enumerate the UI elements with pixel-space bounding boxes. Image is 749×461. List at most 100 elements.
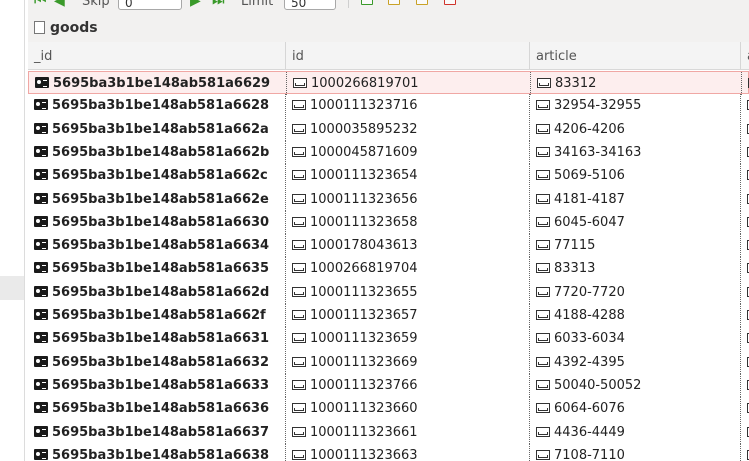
cell-objectid[interactable]: 5695ba3b1be148ab581a6628 — [28, 94, 286, 118]
next-page-icon[interactable]: ▶ — [190, 0, 201, 9]
cell-objectid[interactable]: 5695ba3b1be148ab581a6637 — [28, 420, 286, 444]
cell-article[interactable]: 32954-32955 — [530, 94, 741, 118]
cell-article[interactable]: 83313 — [530, 257, 741, 281]
table-row[interactable]: 5695ba3b1be148ab581a6633 1000111323766 500… — [28, 373, 749, 397]
table-row[interactable]: 5695ba3b1be148ab581a6632 1000111323669 439… — [28, 350, 749, 374]
cell-article[interactable]: 6033-6034 — [530, 327, 741, 351]
cell-next-column[interactable] — [741, 257, 749, 280]
table-row[interactable]: 5695ba3b1be148ab581a662b 1000045871609 341… — [28, 140, 749, 164]
skip-input[interactable]: 0 — [118, 0, 182, 10]
delete-document-icon[interactable] — [444, 0, 456, 5]
cell-id[interactable]: 1000111323661 — [286, 420, 530, 444]
cell-objectid[interactable]: 5695ba3b1be148ab581a6632 — [28, 350, 286, 374]
add-document-icon[interactable] — [361, 0, 373, 5]
cell-next-column[interactable] — [741, 141, 749, 164]
table-row[interactable]: 5695ba3b1be148ab581a6628 1000111323716 329… — [28, 94, 749, 118]
cell-article[interactable]: 7108-7110 — [530, 443, 741, 461]
cell-id[interactable]: 1000111323655 — [286, 280, 530, 304]
table-row[interactable]: 5695ba3b1be148ab581a662a 1000035895232 420… — [28, 117, 749, 141]
table-row[interactable]: 5695ba3b1be148ab581a662c 1000111323654 506… — [28, 164, 749, 188]
cell-next-column[interactable] — [741, 211, 749, 234]
cell-article[interactable]: 34163-34163 — [530, 140, 741, 164]
first-page-icon[interactable]: ⏮ — [34, 0, 47, 9]
cell-id[interactable]: 1000111323657 — [286, 304, 530, 327]
cell-article[interactable]: 7720-7720 — [530, 280, 741, 304]
cell-id[interactable]: 1000266819704 — [286, 257, 530, 281]
cell-next-column[interactable] — [741, 397, 749, 420]
cell-id[interactable]: 1000045871609 — [286, 140, 530, 164]
prev-page-icon[interactable]: ◀ — [54, 0, 65, 9]
limit-input[interactable]: 50 — [284, 0, 336, 10]
cell-next-column[interactable] — [741, 94, 749, 117]
cell-objectid[interactable]: 5695ba3b1be148ab581a662e — [28, 187, 286, 211]
cell-next-column[interactable] — [741, 374, 749, 397]
cell-id[interactable]: 1000035895232 — [286, 117, 530, 141]
cell-id[interactable]: 1000111323654 — [286, 164, 530, 188]
table-row[interactable]: 5695ba3b1be148ab581a662f 1000111323657 418… — [28, 304, 749, 327]
cell-objectid[interactable]: 5695ba3b1be148ab581a6638 — [28, 443, 286, 461]
cell-objectid[interactable]: 5695ba3b1be148ab581a6634 — [28, 234, 286, 258]
cell-article[interactable]: 50040-50052 — [530, 373, 741, 397]
edit-document-icon[interactable] — [388, 0, 400, 5]
table-row[interactable]: 5695ba3b1be148ab581a6631 1000111323659 603… — [28, 327, 749, 351]
cell-article[interactable]: 83312 — [531, 72, 742, 95]
cell-objectid[interactable]: 5695ba3b1be148ab581a6633 — [28, 373, 286, 397]
table-row[interactable]: 5695ba3b1be148ab581a662e 1000111323656 418… — [28, 187, 749, 211]
cell-id[interactable]: 1000178043613 — [286, 234, 530, 258]
cell-objectid[interactable]: 5695ba3b1be148ab581a662f — [28, 304, 286, 327]
cell-next-column[interactable] — [741, 351, 749, 374]
cell-id[interactable]: 1000111323660 — [286, 397, 530, 421]
cell-id[interactable]: 1000111323669 — [286, 350, 530, 374]
cell-id[interactable]: 1000111323766 — [286, 373, 530, 397]
cell-article[interactable]: 5069-5106 — [530, 164, 741, 188]
cell-next-column[interactable] — [741, 444, 749, 461]
column-header-_id[interactable]: _id — [28, 42, 286, 69]
cell-objectid[interactable]: 5695ba3b1be148ab581a6636 — [28, 397, 286, 421]
cell-article[interactable]: 4436-4449 — [530, 420, 741, 444]
cell-id[interactable]: 1000111323659 — [286, 327, 530, 351]
cell-article[interactable]: 6045-6047 — [530, 210, 741, 234]
cell-objectid[interactable]: 5695ba3b1be148ab581a6629 — [29, 72, 287, 95]
cell-next-column[interactable] — [741, 118, 749, 141]
cell-id[interactable]: 1000111323656 — [286, 187, 530, 211]
cell-id[interactable]: 1000111323663 — [286, 443, 530, 461]
cell-next-column[interactable] — [741, 281, 749, 304]
cell-next-column[interactable] — [741, 304, 749, 327]
table-row[interactable]: 5695ba3b1be148ab581a6635 1000266819704 833… — [28, 257, 749, 281]
cell-next-column[interactable] — [741, 327, 749, 350]
cell-next-column[interactable] — [741, 188, 749, 211]
table-row[interactable]: 5695ba3b1be148ab581a6629 1000266819701 833… — [28, 71, 749, 95]
cell-id[interactable]: 1000266819701 — [287, 72, 531, 95]
cell-objectid[interactable]: 5695ba3b1be148ab581a6635 — [28, 257, 286, 281]
table-row[interactable]: 5695ba3b1be148ab581a6634 1000178043613 771… — [28, 234, 749, 258]
table-row[interactable]: 5695ba3b1be148ab581a6630 1000111323658 604… — [28, 210, 749, 234]
cell-article[interactable]: 4392-4395 — [530, 350, 741, 374]
cell-id[interactable]: 1000111323716 — [286, 94, 530, 118]
cell-next-column[interactable] — [742, 72, 749, 95]
cell-objectid[interactable]: 5695ba3b1be148ab581a662c — [28, 164, 286, 188]
table-row[interactable]: 5695ba3b1be148ab581a6636 1000111323660 606… — [28, 397, 749, 421]
cell-objectid[interactable]: 5695ba3b1be148ab581a662b — [28, 140, 286, 164]
column-header-a[interactable]: a — [741, 42, 749, 69]
cell-article[interactable]: 4188-4288 — [530, 304, 741, 327]
cell-objectid[interactable]: 5695ba3b1be148ab581a662d — [28, 280, 286, 304]
cell-next-column[interactable] — [741, 421, 749, 444]
table-row[interactable]: 5695ba3b1be148ab581a6638 1000111323663 710… — [28, 443, 749, 461]
cell-objectid[interactable]: 5695ba3b1be148ab581a6630 — [28, 210, 286, 234]
table-row[interactable]: 5695ba3b1be148ab581a6637 1000111323661 443… — [28, 420, 749, 444]
cell-article[interactable]: 4181-4187 — [530, 187, 741, 211]
cell-article[interactable]: 4206-4206 — [530, 117, 741, 141]
cell-objectid[interactable]: 5695ba3b1be148ab581a662a — [28, 117, 286, 141]
cell-article[interactable]: 77115 — [530, 234, 741, 258]
last-page-icon[interactable]: ⏭ — [212, 0, 225, 9]
cell-article[interactable]: 6064-6076 — [530, 397, 741, 421]
cell-id[interactable]: 1000111323658 — [286, 210, 530, 234]
pane-splitter[interactable] — [24, 0, 25, 461]
column-header-id[interactable]: id — [286, 42, 530, 69]
column-header-article[interactable]: article — [530, 42, 741, 69]
cell-next-column[interactable] — [741, 164, 749, 187]
table-row[interactable]: 5695ba3b1be148ab581a662d 1000111323655 772… — [28, 280, 749, 304]
cell-next-column[interactable] — [741, 234, 749, 257]
copy-document-icon[interactable] — [416, 0, 428, 5]
cell-objectid[interactable]: 5695ba3b1be148ab581a6631 — [28, 327, 286, 351]
